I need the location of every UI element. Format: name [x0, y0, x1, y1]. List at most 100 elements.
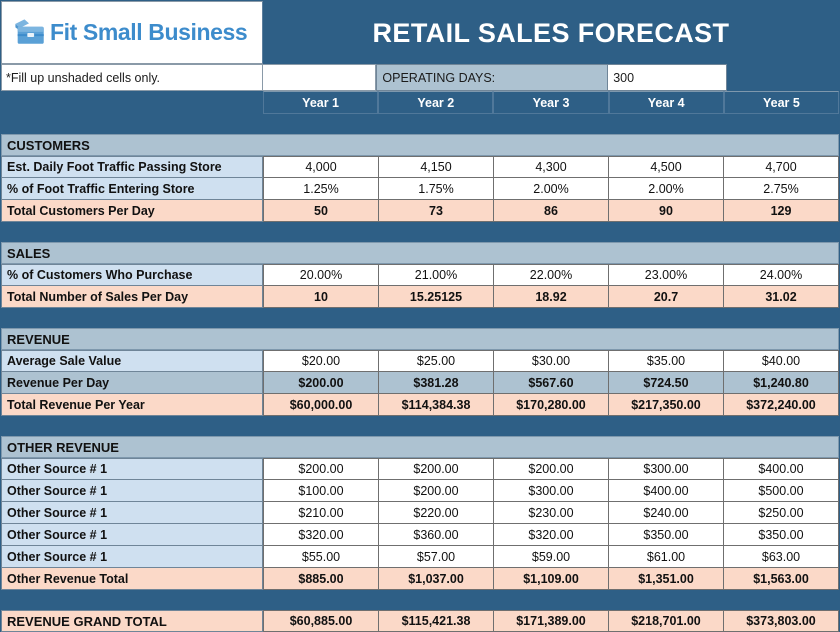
logo-text: Fit Small Business [50, 19, 248, 45]
table-cell[interactable]: $20.00 [263, 350, 379, 372]
table-cell[interactable]: $35.00 [609, 350, 724, 372]
row-label: Average Sale Value [1, 350, 263, 372]
table-cell: $1,351.00 [609, 568, 724, 590]
table-cell[interactable]: 23.00% [609, 264, 724, 286]
table-cell[interactable]: 4,500 [609, 156, 724, 178]
table-cell[interactable]: $220.00 [379, 502, 494, 524]
fill-note: *Fill up unshaded cells only. [1, 64, 263, 91]
table-cell: $1,240.80 [724, 372, 839, 394]
table-cell[interactable]: 2.00% [609, 178, 724, 200]
table-cell[interactable]: $57.00 [379, 546, 494, 568]
table-cell[interactable]: $350.00 [724, 524, 839, 546]
table-cell[interactable]: $100.00 [263, 480, 379, 502]
operating-days-label: OPERATING DAYS: [376, 64, 609, 91]
section-header-row: SALES [1, 242, 839, 264]
column-header-year-3: Year 3 [493, 91, 609, 114]
section-title: SALES [1, 242, 839, 264]
table-cell[interactable]: 4,000 [263, 156, 379, 178]
table-row: Other Revenue Total $885.00 $1,037.00 $1,10… [1, 568, 839, 590]
table-row: Total Customers Per Day 50 73 86 90 129 [1, 200, 839, 222]
table-cell: $381.28 [379, 372, 494, 394]
table-cell: 73 [379, 200, 494, 222]
table-cell[interactable]: $40.00 [724, 350, 839, 372]
table-cell[interactable]: $61.00 [609, 546, 724, 568]
table-cell[interactable]: 4,150 [379, 156, 494, 178]
ops-blank-cell [263, 64, 377, 91]
table-cell: 86 [494, 200, 609, 222]
table-cell: $372,240.00 [724, 394, 839, 416]
table-cell: $1,109.00 [494, 568, 609, 590]
row-label: % of Customers Who Purchase [1, 264, 263, 286]
table-cell: 50 [263, 200, 379, 222]
section-title: OTHER REVENUE [1, 436, 839, 458]
table-cell[interactable]: $240.00 [609, 502, 724, 524]
table-cell[interactable]: 1.25% [263, 178, 379, 200]
table-row: Revenue Per Day $200.00 $381.28 $567.60 $724… [1, 372, 839, 394]
section-spacer [1, 308, 839, 328]
table-row: % of Customers Who Purchase 20.00% 21.00% 2… [1, 264, 839, 286]
table-cell[interactable]: $320.00 [494, 524, 609, 546]
table-cell[interactable]: 4,300 [494, 156, 609, 178]
table-row: Other Source # 1 $320.00 $360.00 $320.00 $35… [1, 524, 839, 546]
row-label: Other Source # 1 [1, 524, 263, 546]
table-row: Other Source # 1 $200.00 $200.00 $200.00 $30… [1, 458, 839, 480]
table-cell: $60,000.00 [263, 394, 379, 416]
header-banner: Fit Small Business RETAIL SALES FORECAST [1, 1, 839, 64]
table-cell[interactable]: 21.00% [379, 264, 494, 286]
table-cell[interactable]: $320.00 [263, 524, 379, 546]
table-cell: 31.02 [724, 286, 839, 308]
table-cell[interactable]: $300.00 [494, 480, 609, 502]
table-row: Other Source # 1 $210.00 $220.00 $230.00 $24… [1, 502, 839, 524]
table-cell[interactable]: $59.00 [494, 546, 609, 568]
table-cell[interactable]: $200.00 [263, 458, 379, 480]
table-cell[interactable]: $300.00 [609, 458, 724, 480]
table-cell[interactable]: 2.00% [494, 178, 609, 200]
table-cell[interactable]: $200.00 [494, 458, 609, 480]
table-cell[interactable]: $200.00 [379, 458, 494, 480]
row-label: Total Revenue Per Year [1, 394, 263, 416]
table-cell[interactable]: $400.00 [609, 480, 724, 502]
row-label: Total Number of Sales Per Day [1, 286, 263, 308]
table-row: % of Foot Traffic Entering Store 1.25% 1.7… [1, 178, 839, 200]
section-header-row: CUSTOMERS [1, 134, 839, 156]
row-label: Other Source # 1 [1, 546, 263, 568]
section-title: REVENUE [1, 328, 839, 350]
table-cell: $885.00 [263, 568, 379, 590]
table-cell[interactable]: 4,700 [724, 156, 839, 178]
table-row: Average Sale Value $20.00 $25.00 $30.00 $35.… [1, 350, 839, 372]
operating-days-row: *Fill up unshaded cells only. OPERATING … [1, 64, 840, 91]
table-cell: $170,280.00 [494, 394, 609, 416]
table-cell[interactable]: $25.00 [379, 350, 494, 372]
table-cell[interactable]: 22.00% [494, 264, 609, 286]
table-cell[interactable]: $400.00 [724, 458, 839, 480]
table-cell[interactable]: $63.00 [724, 546, 839, 568]
table-row: Other Source # 1 $100.00 $200.00 $300.00 $40… [1, 480, 839, 502]
column-header-year-1: Year 1 [263, 91, 379, 114]
grand-total-year-1: $60,885.00 [263, 610, 379, 632]
table-cell[interactable]: $55.00 [263, 546, 379, 568]
table-cell[interactable]: $30.00 [494, 350, 609, 372]
row-label: Other Source # 1 [1, 502, 263, 524]
page-title: RETAIL SALES FORECAST [372, 17, 730, 48]
section-header-row: OTHER REVENUE [1, 436, 839, 458]
sections-container: CUSTOMERS Est. Daily Foot Traffic Passing… [1, 114, 839, 590]
table-cell[interactable]: $350.00 [609, 524, 724, 546]
table-cell[interactable]: $360.00 [379, 524, 494, 546]
table-cell[interactable]: $200.00 [379, 480, 494, 502]
table-cell: $724.50 [609, 372, 724, 394]
table-cell: $200.00 [263, 372, 379, 394]
table-cell[interactable]: $500.00 [724, 480, 839, 502]
table-cell[interactable]: 1.75% [379, 178, 494, 200]
table-cell[interactable]: $210.00 [263, 502, 379, 524]
table-cell[interactable]: 2.75% [724, 178, 839, 200]
table-row: Est. Daily Foot Traffic Passing Store 4,0… [1, 156, 839, 178]
table-cell[interactable]: $230.00 [494, 502, 609, 524]
table-cell: $114,384.38 [379, 394, 494, 416]
column-header-year-2: Year 2 [378, 91, 494, 114]
operating-days-input[interactable]: 300 [608, 64, 727, 91]
table-cell[interactable]: 24.00% [724, 264, 839, 286]
row-label: Total Customers Per Day [1, 200, 263, 222]
table-cell[interactable]: 20.00% [263, 264, 379, 286]
table-cell[interactable]: $250.00 [724, 502, 839, 524]
table-row: Total Number of Sales Per Day 10 15.25125 1… [1, 286, 839, 308]
